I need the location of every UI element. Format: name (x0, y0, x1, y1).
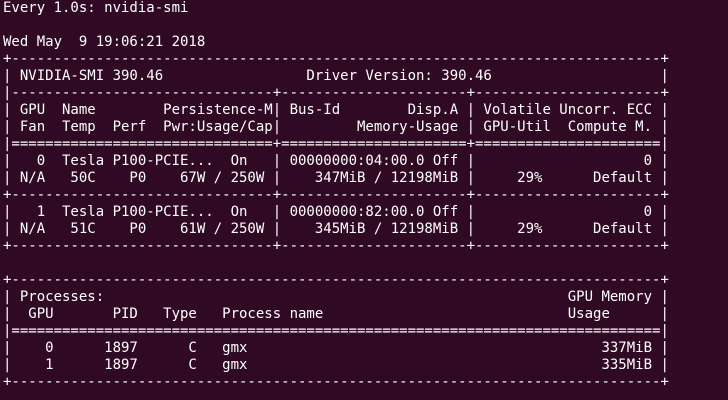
gpu-1-row-2: | N/A 51C P0 61W / 250W | 345MiB / 12198… (3, 221, 669, 237)
process-row: | 0 1897 C gmx 337MiB | (3, 340, 669, 356)
gpu-table-header-row-2: | Fan Temp Perf Pwr:Usage/Cap| Memory-Us… (3, 119, 669, 135)
gpu-table-divider: |-------------------------------+-------… (3, 85, 669, 101)
processes-table-bottom-border: +---------------------------------------… (3, 374, 669, 390)
processes-header-separator: |=======================================… (3, 323, 669, 339)
terminal-window[interactable]: Every 1.0s: nvidia-smi Wed May 9 19:06:2… (0, 0, 728, 400)
smi-version-line: | NVIDIA-SMI 390.46 Driver Version: 390.… (3, 68, 669, 84)
gpu-0-row-1: | 0 Tesla P100-PCIE... On | 00000000:04:… (3, 153, 669, 169)
watch-header: Every 1.0s: nvidia-smi (3, 0, 189, 16)
gpu-table-top-border: +---------------------------------------… (3, 51, 669, 67)
gpu-table-header-row-1: | GPU Name Persistence-M| Bus-Id Disp.A … (3, 102, 669, 118)
watch-timestamp: Wed May 9 19:06:21 2018 (3, 34, 206, 50)
gpu-0-row-2: | N/A 50C P0 67W / 250W | 347MiB / 12198… (3, 170, 669, 186)
processes-title-row: | Processes: GPU Memory | (3, 289, 669, 305)
processes-header-row: | GPU PID Type Process name Usage | (3, 306, 669, 322)
gpu-1-row-1: | 1 Tesla P100-PCIE... On | 00000000:82:… (3, 204, 669, 220)
gpu-table-bottom-border: +-------------------------------+-------… (3, 238, 669, 254)
process-row: | 1 1897 C gmx 335MiB | (3, 357, 669, 373)
gpu-row-separator: +-------------------------------+-------… (3, 187, 669, 203)
gpu-table-header-separator: |===============================+=======… (3, 136, 669, 152)
nvidia-smi-output: +---------------------------------------… (3, 51, 728, 391)
processes-table-top-border: +---------------------------------------… (3, 272, 669, 288)
